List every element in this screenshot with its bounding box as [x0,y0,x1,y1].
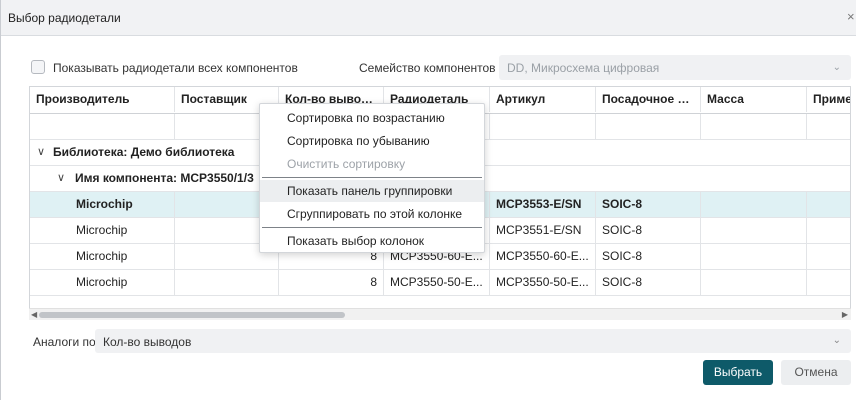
cell-mass [701,192,807,217]
group-component-label: Имя компонента: MCP3550/1/3 [75,171,254,185]
chevron-down-icon: ⌄ [832,335,841,346]
menu-item-show-column-chooser[interactable]: Показать выбор колонок [260,230,484,252]
filter-cell[interactable] [807,114,850,139]
cell-footprint: SOIC-8 [596,244,701,269]
cell-manufacturer: Microchip [30,192,175,217]
cell-mass [701,270,807,295]
cell-pins: 8 [279,270,384,295]
column-context-menu: Сортировка по возрастанию Сортировка по … [259,103,485,253]
group-library-label: Библиотека: Демо библиотека [53,145,235,159]
cell-article: MCP3550-50-E... [490,270,596,295]
menu-item-group-by-column[interactable]: Сгруппировать по этой колонке [260,203,484,225]
filter-cell[interactable] [490,114,596,139]
menu-item-sort-ascending[interactable]: Сортировка по возрастанию [260,107,484,129]
cell-manufacturer: Microchip [30,270,175,295]
cell-note [807,244,850,269]
menu-separator [262,227,482,228]
analogs-select[interactable]: Кол-во выводов ⌄ [95,329,851,353]
select-part-dialog: Выбор радиодетали × Показывать радиодета… [0,0,856,400]
horizontal-scrollbar[interactable]: ◀ ▶ [29,308,851,320]
show-all-checkbox[interactable] [31,60,45,74]
filter-cell[interactable] [30,114,175,139]
family-select[interactable]: DD, Микросхема цифровая ⌄ [499,55,851,80]
cell-note [807,270,850,295]
scroll-right-icon[interactable]: ▶ [842,310,848,319]
cell-mass [701,244,807,269]
cell-footprint: SOIC-8 [596,270,701,295]
cell-article: MCP3551-E/SN [490,218,596,243]
cell-article: MCP3550-60-E... [490,244,596,269]
family-value: DD, Микросхема цифровая [507,61,660,75]
cell-manufacturer: Microchip [30,218,175,243]
cell-note [807,218,850,243]
family-label: Семейство компонентов : [359,61,503,75]
cell-footprint: SOIC-8 [596,192,701,217]
analogs-value: Кол-во выводов [103,335,192,349]
menu-separator [262,177,482,178]
scroll-left-icon[interactable]: ◀ [31,310,37,319]
close-icon[interactable]: × [847,10,856,24]
scrollbar-thumb[interactable] [39,312,345,318]
dialog-titlebar: Выбор радиодетали × [1,0,856,36]
filter-cell[interactable] [701,114,807,139]
cell-note [807,192,850,217]
menu-item-show-group-panel[interactable]: Показать панель группировки [260,180,484,202]
analogs-label: Аналоги по: [33,335,100,349]
table-row[interactable]: Microchip 8 MCP3550-50-E... MCP3550-50-E… [30,270,850,296]
chevron-down-icon: ⌄ [832,62,841,73]
column-header-note[interactable]: Примеч [807,87,850,112]
show-all-label: Показывать радиодетали всех компонентов [53,61,298,75]
column-header-mass[interactable]: Масса [701,87,807,112]
cell-part: MCP3550-50-E... [384,270,490,295]
expand-icon[interactable]: ∨ [57,166,65,191]
column-header-article[interactable]: Артикул [490,87,596,112]
cancel-button[interactable]: Отмена [781,360,851,385]
cell-footprint: SOIC-8 [596,218,701,243]
dialog-title: Выбор радиодетали [8,11,121,25]
filter-cell[interactable] [596,114,701,139]
select-button[interactable]: Выбрать [703,360,773,385]
menu-item-sort-descending[interactable]: Сортировка по убыванию [260,130,484,152]
expand-icon[interactable]: ∨ [37,140,45,165]
cell-mass [701,218,807,243]
column-header-footprint[interactable]: Посадочное ме... [596,87,701,112]
cell-manufacturer: Microchip [30,244,175,269]
cell-article: MCP3553-E/SN [490,192,596,217]
menu-item-clear-sort[interactable]: Очистить сортировку [260,153,484,175]
cell-supplier [175,270,279,295]
column-header-manufacturer[interactable]: Производитель [30,87,175,112]
